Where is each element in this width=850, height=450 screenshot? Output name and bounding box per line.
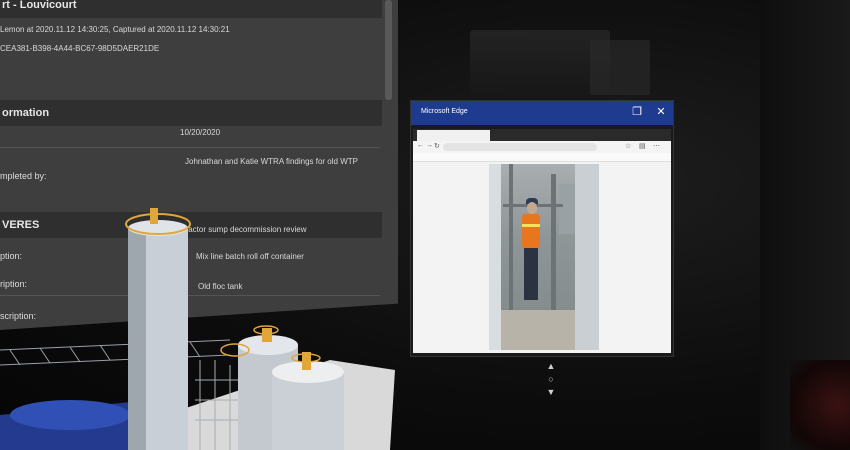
scroll-down-icon[interactable]: ▼ xyxy=(543,386,559,399)
completed-by-label: mpleted by: xyxy=(0,171,47,181)
forward-icon[interactable]: → xyxy=(426,142,433,149)
close-icon[interactable]: ✕ xyxy=(653,104,669,120)
completed-by-value: Johnathan and Katie WTRA findings for ol… xyxy=(185,157,358,166)
url-field[interactable] xyxy=(443,143,597,151)
scroll-center-icon[interactable]: ○ xyxy=(543,373,559,386)
browser-title: Microsoft Edge xyxy=(421,108,468,115)
favorites-bar[interactable] xyxy=(413,153,671,162)
browser-titlebar[interactable]: Microsoft Edge ❐ ✕ xyxy=(411,101,673,125)
more-icon[interactable]: ⋯ xyxy=(653,142,660,150)
background-object xyxy=(790,360,850,450)
tab-bar xyxy=(413,129,671,141)
report-title: rt - Louvicourt xyxy=(0,0,382,18)
clarifier-top xyxy=(10,400,130,430)
back-icon[interactable]: ← xyxy=(417,142,424,149)
refresh-icon[interactable]: ↻ xyxy=(434,142,440,150)
report-id: CEA381-B398-4A44-BC67-98D5DAER21DE xyxy=(0,44,160,53)
worker-photo[interactable] xyxy=(489,164,599,350)
background-box xyxy=(590,40,650,95)
capture-info: Lemon at 2020.11.12 14:30:25, Captured a… xyxy=(0,25,230,34)
plant-3d-model[interactable] xyxy=(0,200,460,450)
collections-icon[interactable]: ▤ xyxy=(639,142,646,150)
tank-right xyxy=(272,372,344,450)
favorites-icon[interactable]: ☆ xyxy=(625,142,631,150)
section-information-header: ormation xyxy=(0,100,382,126)
truss-structure xyxy=(0,339,231,366)
background-shelf xyxy=(470,30,610,100)
scroll-up-icon[interactable]: ▲ xyxy=(543,360,559,373)
window-scroll-controls: ▲ ○ ▼ xyxy=(543,360,559,400)
restore-icon[interactable]: ❐ xyxy=(629,104,645,120)
panel-scrollbar[interactable] xyxy=(385,0,392,100)
address-bar: ← → ↻ ☆ ▤ ⋯ xyxy=(413,141,671,153)
browser-tab[interactable] xyxy=(417,130,490,141)
report-date: 10/20/2020 xyxy=(180,128,221,137)
divider xyxy=(0,147,380,148)
